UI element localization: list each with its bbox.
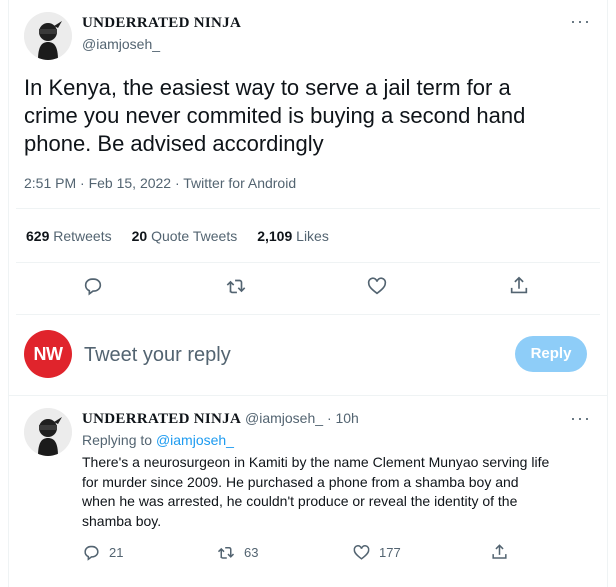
reply-retweet-button[interactable]: 63 xyxy=(216,543,258,562)
quote-tweets-stat[interactable]: 20 Quote Tweets xyxy=(132,228,238,244)
retweet-button[interactable] xyxy=(224,275,248,297)
reply-count: 21 xyxy=(109,545,124,560)
author-avatar[interactable] xyxy=(24,12,72,60)
retweet-count: 63 xyxy=(244,545,259,560)
stats-row: 629 Retweets 20 Quote Tweets 2,109 Likes xyxy=(26,228,329,244)
reply-author-handle[interactable]: @iamjoseh_ xyxy=(245,410,323,426)
reply-text-line: for murder since 2009. He purchased a ph… xyxy=(82,473,519,490)
reply-button[interactable] xyxy=(82,275,104,297)
reply-input[interactable]: Tweet your reply xyxy=(84,344,484,367)
reply-more-options-icon[interactable]: ··· xyxy=(570,409,591,427)
share-icon xyxy=(492,544,507,559)
replying-to: Replying to @iamjoseh_ xyxy=(82,432,234,448)
like-icon xyxy=(353,545,370,560)
reply-reply-button[interactable]: 21 xyxy=(82,543,123,562)
reply-author-name[interactable]: UNDERRATED NINJA xyxy=(82,411,241,427)
retweet-icon xyxy=(217,546,235,559)
replying-to-handle[interactable]: @iamjoseh_ xyxy=(156,432,234,448)
tweet-timestamp[interactable]: 2:51 PM · Feb 15, 2022 · Twitter for And… xyxy=(24,175,296,191)
likes-stat[interactable]: 2,109 Likes xyxy=(257,228,329,244)
reply-text: There's a neurosurgeon in Kamiti by the … xyxy=(82,453,602,531)
divider xyxy=(8,395,608,396)
reply-text-line: There's a neurosurgeon in Kamiti by the … xyxy=(82,454,550,470)
retweet-icon xyxy=(226,279,246,294)
reply-icon xyxy=(84,545,99,561)
reply-text-line: when he was arrested, he couldn't produc… xyxy=(82,493,518,509)
more-options-icon[interactable]: ··· xyxy=(570,12,591,30)
reply-submit-button[interactable]: Reply xyxy=(515,336,587,372)
divider xyxy=(16,208,600,209)
tweet-text-line: crime you never commited is buying a sec… xyxy=(24,103,526,128)
retweets-stat[interactable]: 629 Retweets xyxy=(26,228,112,244)
current-user-avatar[interactable]: NW xyxy=(24,330,72,378)
reply-header: UNDERRATED NINJA @iamjoseh_ · 10h xyxy=(82,410,359,428)
author-handle[interactable]: @iamjoseh_ xyxy=(82,36,160,52)
reply-icon xyxy=(84,278,102,296)
like-count: 177 xyxy=(379,545,401,560)
like-icon xyxy=(367,277,387,295)
share-icon xyxy=(510,276,528,294)
share-button[interactable] xyxy=(508,275,530,297)
reply-time[interactable]: · 10h xyxy=(327,410,359,426)
tweet-text: In Kenya, the easiest way to serve a jai… xyxy=(24,74,594,158)
tweet-text-line: In Kenya, the easiest way to serve a jai… xyxy=(24,75,511,100)
avatar-initials: NW xyxy=(33,343,64,364)
reply-author-avatar[interactable] xyxy=(24,408,72,456)
reply-like-button[interactable]: 177 xyxy=(352,543,401,562)
like-button[interactable] xyxy=(366,275,388,297)
divider xyxy=(16,262,600,263)
divider xyxy=(16,314,600,315)
replying-to-label: Replying to xyxy=(82,432,153,448)
reply-text-line: shamba boy. xyxy=(82,512,162,529)
reply-share-button[interactable] xyxy=(490,543,509,562)
author-name[interactable]: UNDERRATED NINJA xyxy=(82,15,241,32)
tweet-text-line: phone. Be advised accordingly xyxy=(24,131,324,156)
